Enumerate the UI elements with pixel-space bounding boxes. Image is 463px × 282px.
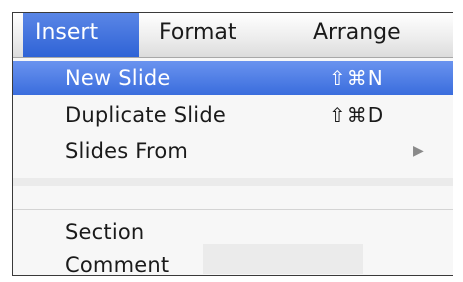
menu-item-comment[interactable]: Comment	[13, 248, 453, 276]
menu-screenshot: Insert Format Arrange New Slide ⇧⌘N Dupl…	[12, 12, 453, 276]
background-shadow	[13, 178, 453, 186]
menu-insert[interactable]: Insert	[23, 13, 139, 57]
menu-item-label: Duplicate Slide	[65, 103, 226, 127]
menu-bar: Insert Format Arrange	[13, 13, 453, 58]
menu-item-label: New Slide	[65, 66, 171, 90]
submenu-arrow-icon: ▶	[413, 143, 424, 159]
menu-item-label: Comment	[65, 253, 170, 276]
menu-format[interactable]: Format	[159, 13, 237, 57]
menu-item-section[interactable]: Section	[13, 215, 453, 249]
menu-item-duplicate-slide[interactable]: Duplicate Slide ⇧⌘D	[13, 98, 453, 132]
menu-item-label: Slides From	[65, 139, 189, 163]
shortcut-label: ⇧⌘D	[329, 103, 385, 127]
menu-item-new-slide[interactable]: New Slide ⇧⌘N	[13, 61, 453, 95]
shortcut-label: ⇧⌘N	[329, 66, 384, 90]
menu-arrange[interactable]: Arrange	[313, 13, 401, 57]
insert-dropdown-menu: New Slide ⇧⌘N Duplicate Slide ⇧⌘D Slides…	[13, 58, 453, 276]
menu-separator	[13, 209, 453, 210]
menu-item-slides-from[interactable]: Slides From ▶	[13, 134, 453, 168]
menu-item-label: Section	[65, 220, 145, 244]
